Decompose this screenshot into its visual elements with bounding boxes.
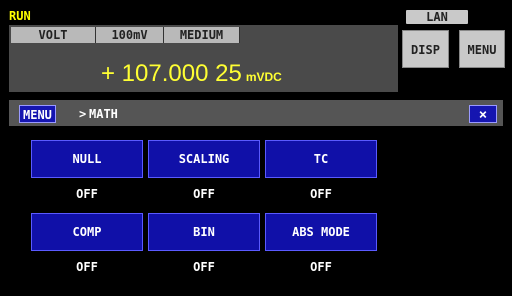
tc-button[interactable]: TC bbox=[265, 140, 377, 178]
breadcrumb: MENU > MATH × bbox=[9, 100, 503, 126]
breadcrumb-menu-link[interactable]: MENU bbox=[19, 105, 56, 123]
null-state: OFF bbox=[76, 187, 98, 201]
breadcrumb-current: MATH bbox=[89, 107, 118, 121]
meter-screen: RUN LAN VOLT 100mV MEDIUM + 107.000 25 mV… bbox=[0, 0, 512, 296]
function-indicator[interactable]: VOLT bbox=[11, 27, 96, 43]
reading-unit: mVDC bbox=[245, 70, 282, 84]
abs-mode-button[interactable]: ABS MODE bbox=[265, 213, 377, 251]
scaling-button[interactable]: SCALING bbox=[148, 140, 260, 178]
tc-state: OFF bbox=[310, 187, 332, 201]
abs-mode-state: OFF bbox=[310, 260, 332, 274]
bin-state: OFF bbox=[193, 260, 215, 274]
lan-indicator: LAN bbox=[406, 10, 468, 24]
menu-button[interactable]: MENU bbox=[459, 30, 505, 68]
speed-indicator[interactable]: MEDIUM bbox=[164, 27, 240, 43]
comp-state: OFF bbox=[76, 260, 98, 274]
reading-value: + 107.000 25 bbox=[101, 60, 242, 87]
close-icon[interactable]: × bbox=[469, 105, 497, 123]
null-button[interactable]: NULL bbox=[31, 140, 143, 178]
comp-button[interactable]: COMP bbox=[31, 213, 143, 251]
disp-button[interactable]: DISP bbox=[402, 30, 449, 68]
scaling-state: OFF bbox=[193, 187, 215, 201]
run-status-label: RUN bbox=[9, 9, 31, 23]
range-indicator[interactable]: 100mV bbox=[96, 27, 164, 43]
measurement-panel: VOLT 100mV MEDIUM + 107.000 25 mVDC bbox=[9, 25, 398, 92]
measurement-reading: + 107.000 25 mVDC bbox=[101, 60, 282, 91]
breadcrumb-separator: > bbox=[79, 107, 87, 121]
bin-button[interactable]: BIN bbox=[148, 213, 260, 251]
